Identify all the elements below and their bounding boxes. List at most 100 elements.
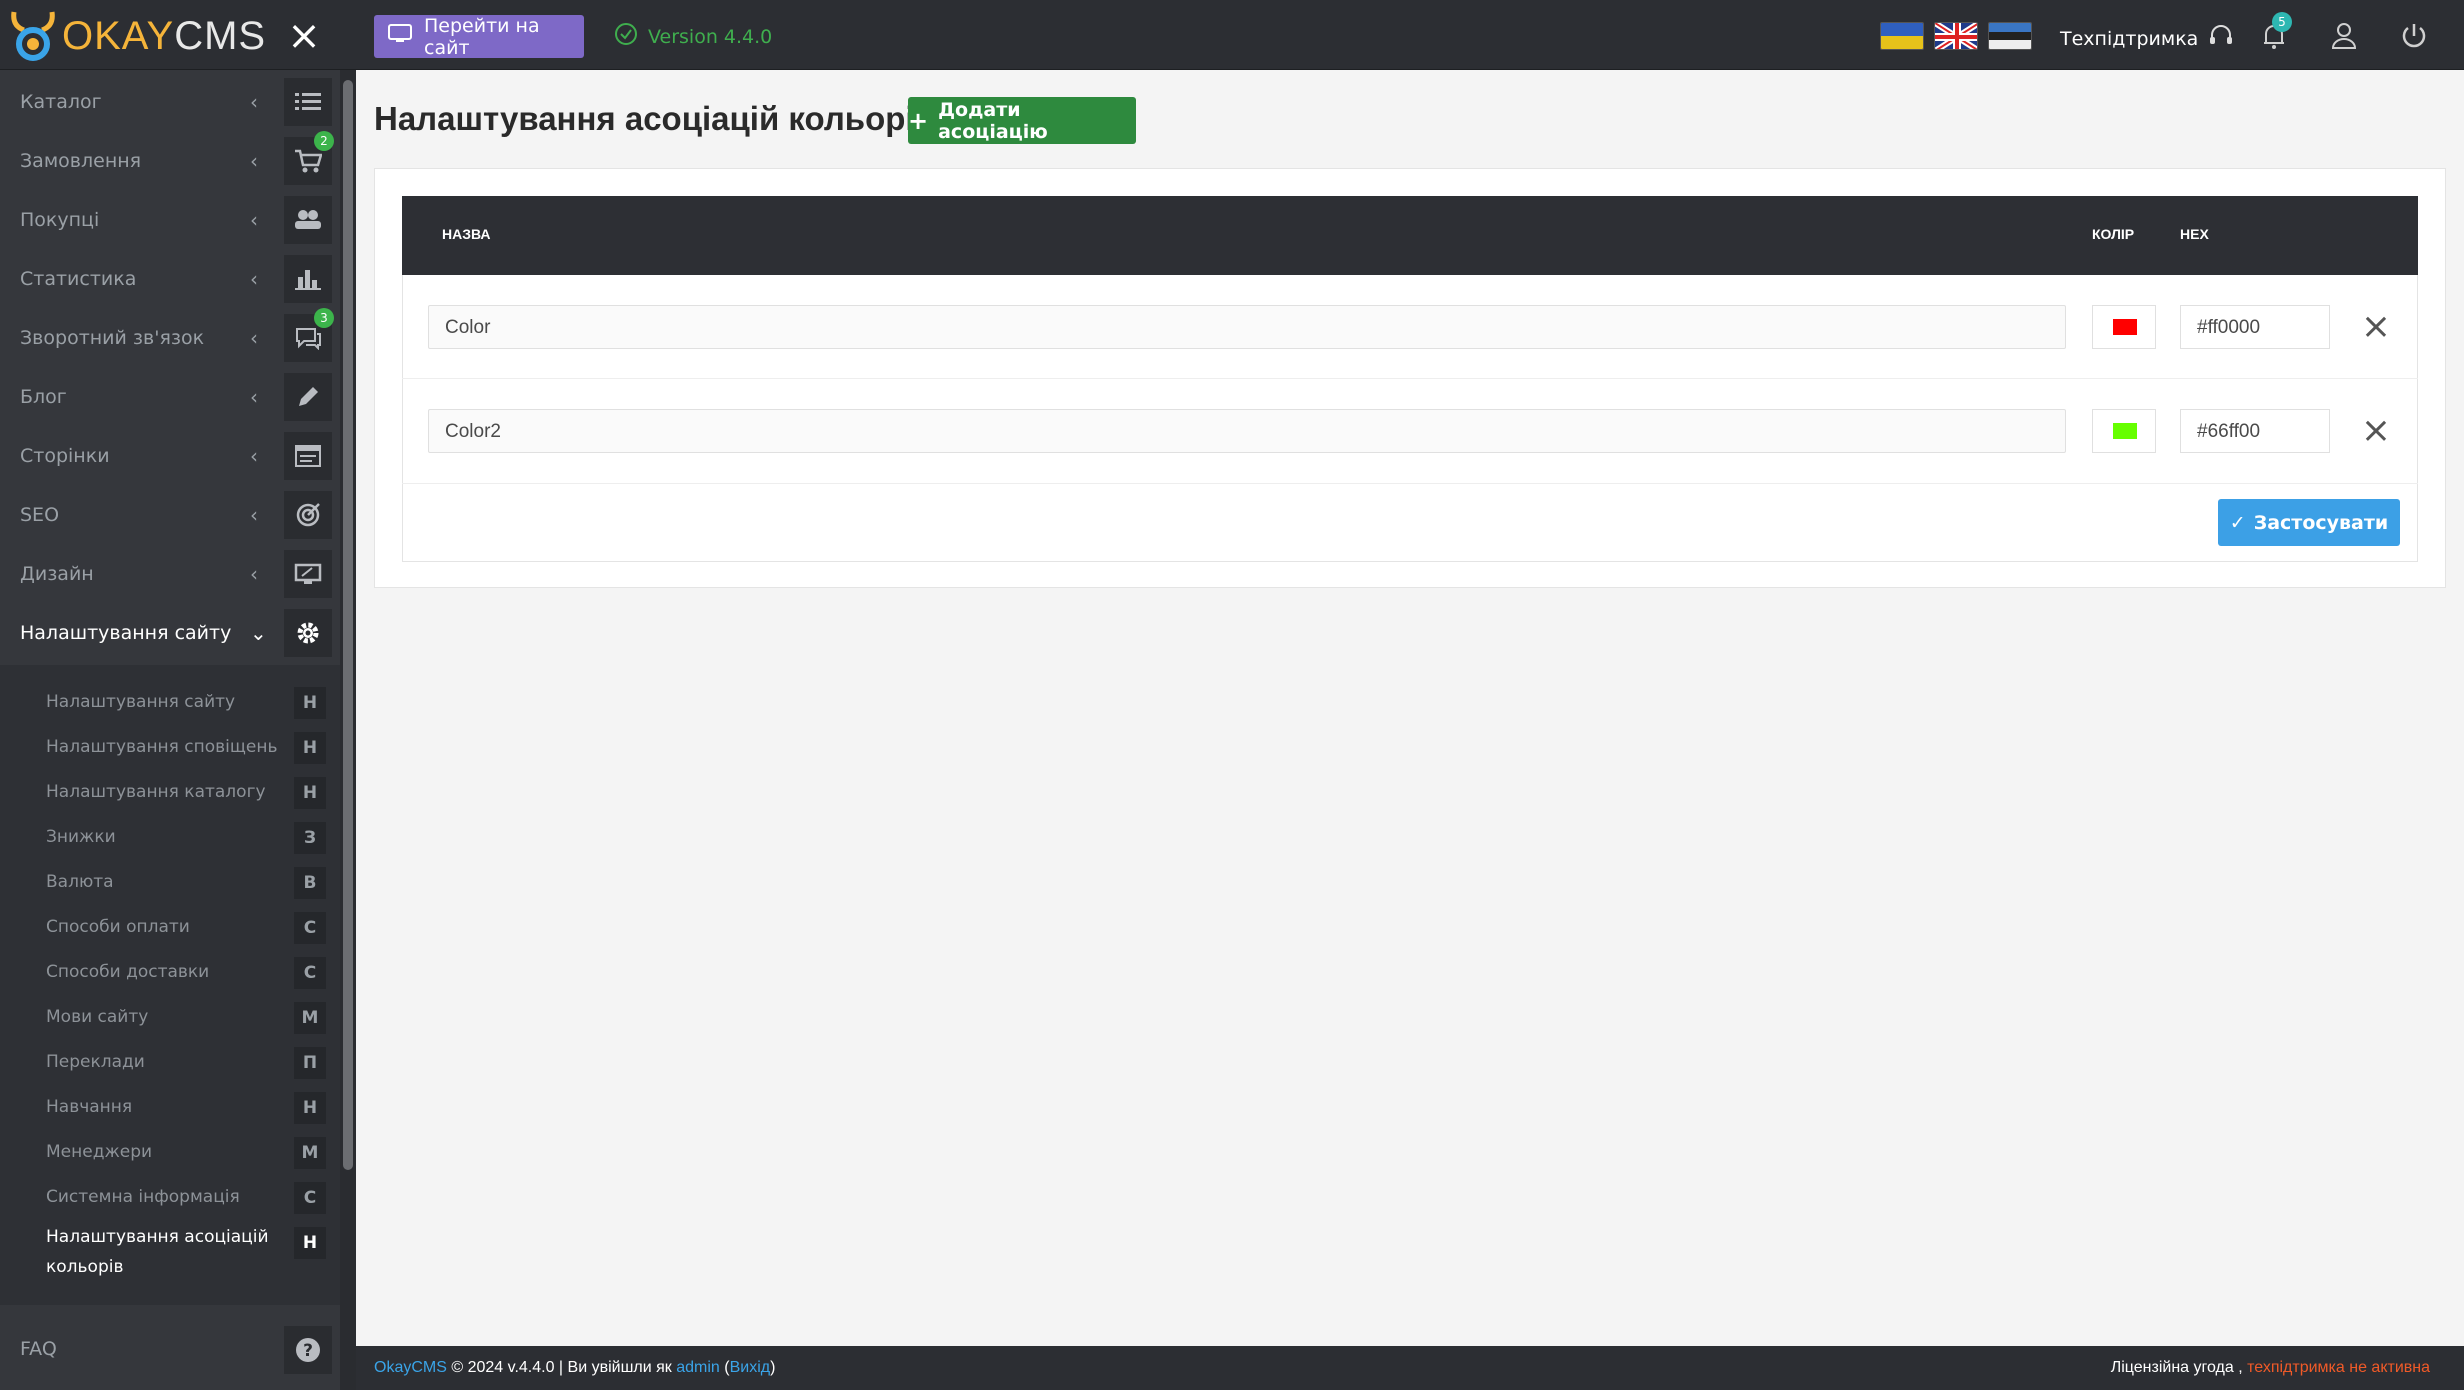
submenu-item-managers[interactable]: Менеджери М xyxy=(0,1130,340,1175)
sidebar-item-design[interactable]: Дизайн ‹ xyxy=(0,544,340,603)
hex-input[interactable]: #ff0000 xyxy=(2180,305,2330,349)
header-color: КОЛІР xyxy=(2092,226,2135,242)
bar-chart-icon xyxy=(284,255,332,303)
submenu-item-delivery-methods[interactable]: Способи доставки С xyxy=(0,950,340,995)
users-icon xyxy=(284,196,332,244)
submenu-item-learning[interactable]: Навчання Н xyxy=(0,1085,340,1130)
logo-bull-icon xyxy=(10,6,56,66)
svg-text:?: ? xyxy=(303,1341,313,1361)
user-icon[interactable] xyxy=(2326,18,2362,54)
sidebar-item-seo[interactable]: SEO ‹ xyxy=(0,485,340,544)
sidebar-item-statistics[interactable]: Статистика ‹ xyxy=(0,249,340,308)
submenu-item-currency[interactable]: Валюта В xyxy=(0,860,340,905)
submenu-item-languages[interactable]: Мови сайту М xyxy=(0,995,340,1040)
name-input[interactable]: Color2 xyxy=(428,409,2066,453)
chevron-down-icon: ⌄ xyxy=(250,620,267,645)
submenu-item-site-settings[interactable]: Налаштування сайту Н xyxy=(0,680,340,725)
flag-ukraine-icon[interactable] xyxy=(1880,22,1924,50)
plus-icon: + xyxy=(908,106,929,135)
admin-user-link[interactable]: admin xyxy=(676,1359,720,1376)
footer-info: OkayCMS © 2024 v.4.4.0 | Ви увійшли як a… xyxy=(374,1359,775,1377)
color-picker[interactable] xyxy=(2092,409,2156,453)
sidebar-scroll-thumb[interactable] xyxy=(343,80,353,1170)
chevron-left-icon: ‹ xyxy=(250,89,258,114)
check-circle-icon xyxy=(614,22,638,51)
sidebar-item-feedback[interactable]: Зворотний зв'язок ‹ 3 xyxy=(0,308,340,367)
notifications-badge: 5 xyxy=(2272,12,2292,32)
chevron-left-icon: ‹ xyxy=(250,384,258,409)
delete-row-icon[interactable]: × xyxy=(2358,413,2394,449)
chevron-left-icon: ‹ xyxy=(250,207,258,232)
footer: OkayCMS © 2024 v.4.4.0 | Ви увійшли як a… xyxy=(356,1346,2464,1390)
page-title: Налаштування асоціацій кольорів xyxy=(374,100,935,137)
goto-site-label: Перейти на сайт xyxy=(424,14,540,59)
header-hex: HEX xyxy=(2180,226,2209,242)
version-label: Version 4.4.0 xyxy=(648,25,773,48)
support-link[interactable]: Техпідтримка xyxy=(2060,23,2234,54)
hex-input[interactable]: #66ff00 xyxy=(2180,409,2330,453)
footer-copyright: © 2024 v.4.4.0 | Ви увійшли як xyxy=(451,1359,672,1376)
submenu-item-payment-methods[interactable]: Способи оплати С xyxy=(0,905,340,950)
color-swatch xyxy=(2113,423,2137,439)
logo-text: OKAYCMS xyxy=(62,13,267,58)
color-picker[interactable] xyxy=(2092,305,2156,349)
sidebar-item-faq[interactable]: FAQ ? xyxy=(0,1320,340,1380)
name-input[interactable]: Color xyxy=(428,305,2066,349)
submenu-item-catalog-settings[interactable]: Налаштування каталогу Н xyxy=(0,770,340,815)
sidebar-item-site-settings[interactable]: Налаштування сайту ⌄ xyxy=(0,603,340,662)
support-status[interactable]: техпідтримка не активна xyxy=(2247,1359,2430,1376)
submenu-label-line1: Налаштування асоціацій xyxy=(46,1227,269,1247)
okaycms-logo[interactable]: OKAYCMS xyxy=(10,6,280,66)
sidebar-item-blog[interactable]: Блог ‹ xyxy=(0,367,340,426)
version-indicator: Version 4.4.0 xyxy=(614,22,772,51)
sidebar-item-orders[interactable]: Замовлення ‹ 2 xyxy=(0,131,340,190)
table-row: Color #ff0000 × xyxy=(402,275,2418,379)
monitor-icon xyxy=(388,24,412,49)
add-association-button[interactable]: + Додати асоціацію xyxy=(908,97,1136,144)
sidebar-item-catalog[interactable]: Каталог ‹ xyxy=(0,72,340,131)
chevron-left-icon: ‹ xyxy=(250,502,258,527)
table-row: Color2 #66ff00 × xyxy=(402,380,2418,484)
pages-icon xyxy=(284,432,332,480)
chevron-left-icon: ‹ xyxy=(250,266,258,291)
submenu-item-color-associations[interactable]: Налаштування асоціацій кольорів Н xyxy=(0,1220,340,1290)
target-icon xyxy=(284,491,332,539)
apply-label: Застосувати xyxy=(2253,511,2389,534)
okaycms-link[interactable]: OkayCMS xyxy=(374,1359,447,1376)
paren-close: ) xyxy=(770,1359,776,1376)
chevron-left-icon: ‹ xyxy=(250,148,258,173)
submenu-label-line2: кольорів xyxy=(46,1257,124,1277)
submenu-item-system-info[interactable]: Системна інформація С xyxy=(0,1175,340,1220)
headset-icon xyxy=(2208,23,2234,54)
close-menu-icon[interactable]: × xyxy=(286,16,322,56)
submenu-item-notifications[interactable]: Налаштування сповіщень Н xyxy=(0,725,340,770)
sidebar-item-pages[interactable]: Сторінки ‹ xyxy=(0,426,340,485)
flag-estonia-icon[interactable] xyxy=(1988,22,2032,50)
submenu-item-discounts[interactable]: Знижки З xyxy=(0,815,340,860)
submenu-item-translations[interactable]: Переклади П xyxy=(0,1040,340,1085)
footer-license: Ліцензійна угода , техпідтримка не актив… xyxy=(2111,1359,2430,1377)
sidebar-item-customers[interactable]: Покупці ‹ xyxy=(0,190,340,249)
chevron-left-icon: ‹ xyxy=(250,561,258,586)
monitor-icon xyxy=(284,550,332,598)
feedback-badge: 3 xyxy=(314,308,334,328)
apply-button[interactable]: ✓ Застосувати xyxy=(2218,499,2400,546)
gear-icon xyxy=(284,609,332,657)
orders-badge: 2 xyxy=(314,131,334,151)
chevron-left-icon: ‹ xyxy=(250,443,258,468)
chevron-left-icon: ‹ xyxy=(250,325,258,350)
power-icon[interactable] xyxy=(2396,18,2432,54)
flag-uk-icon[interactable] xyxy=(1934,22,1978,50)
license-link[interactable]: Ліцензійна угода , xyxy=(2111,1359,2243,1376)
table-header: НАЗВА КОЛІР HEX xyxy=(402,196,2418,275)
delete-row-icon[interactable]: × xyxy=(2358,309,2394,345)
header-name: НАЗВА xyxy=(442,226,491,242)
add-association-label: Додати асоціацію xyxy=(938,98,1048,143)
color-swatch xyxy=(2113,319,2137,335)
support-label: Техпідтримка xyxy=(2060,27,2199,50)
goto-site-button[interactable]: Перейти на сайт xyxy=(374,14,584,59)
list-icon xyxy=(284,78,332,126)
check-icon: ✓ xyxy=(2229,511,2246,534)
logout-link[interactable]: Вихід xyxy=(730,1359,771,1376)
question-icon: ? xyxy=(284,1326,332,1374)
